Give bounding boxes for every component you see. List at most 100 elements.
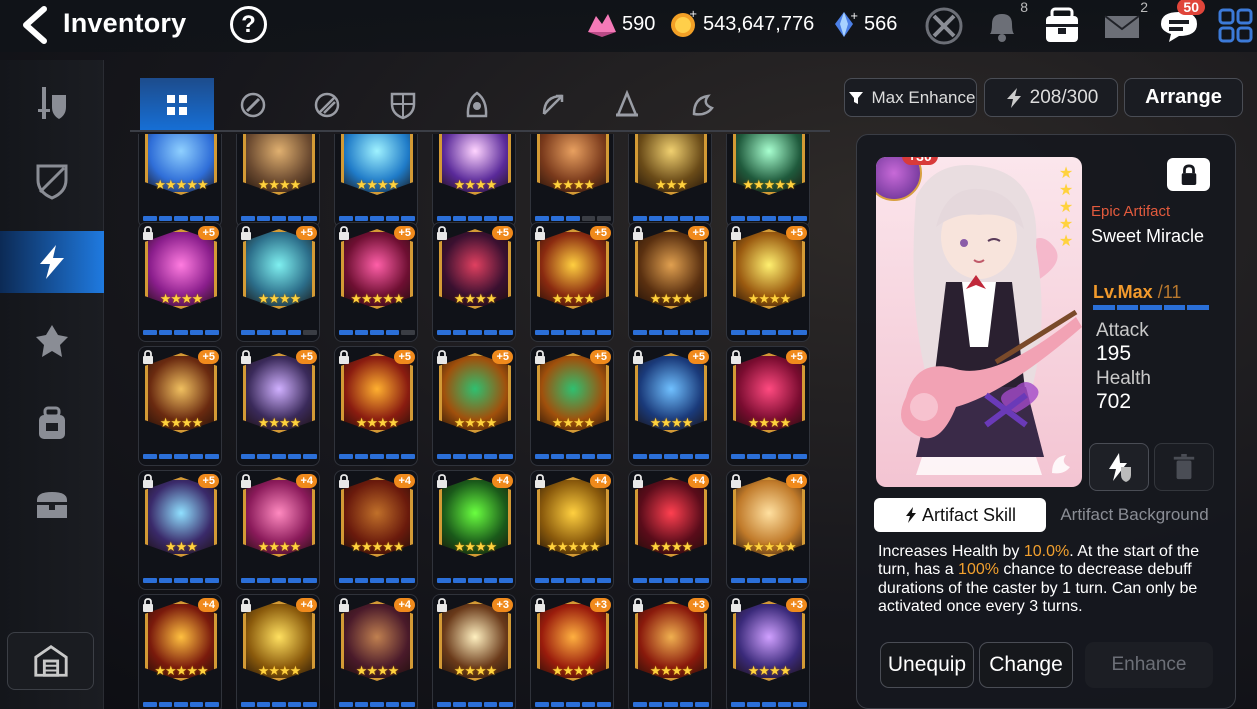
artifact-card[interactable]: +5 ★★★★ — [628, 346, 712, 466]
enhance-level-badge: +30 — [902, 157, 938, 165]
menu-button[interactable] — [1214, 4, 1257, 46]
artifact-card[interactable]: +5 ★★★★ — [334, 346, 418, 466]
tab-mage[interactable] — [590, 78, 664, 132]
artifact-card[interactable]: +4 ★★★★★ — [138, 594, 222, 709]
change-button[interactable]: Change — [979, 642, 1073, 688]
artifact-card[interactable]: +3 ★★★★ — [432, 594, 516, 709]
sidebar-item-artifact-off[interactable] — [0, 149, 104, 211]
star-rating: ★★★★★ — [154, 177, 208, 192]
artifact-card[interactable]: +5 ★★★★ — [236, 222, 320, 342]
tab-knight[interactable] — [216, 78, 290, 132]
artifact-lock-toggle-button[interactable] — [1089, 443, 1149, 491]
sidebar-item-bag[interactable] — [0, 392, 104, 454]
artifact-card[interactable]: +5 ★★★★ — [530, 222, 614, 342]
artifact-card[interactable]: +5 ★★★★ — [138, 222, 222, 342]
skystone-counter[interactable]: + 566 — [828, 10, 897, 38]
artifact-card[interactable]: +3 ★★★★ — [628, 594, 712, 709]
artifact-card[interactable]: +5 ★★★★ — [726, 346, 810, 466]
lock-icon — [241, 598, 251, 612]
tab-soul-weaver[interactable] — [666, 78, 740, 132]
tab-thief[interactable] — [440, 78, 514, 132]
notification-count: 8 — [1020, 0, 1028, 15]
crystal-value: 590 — [622, 12, 656, 35]
artifact-card[interactable]: ★★★★★ — [726, 134, 810, 228]
enhance-badge: +5 — [786, 350, 807, 364]
artifact-background-label: Artifact Background — [1060, 505, 1209, 524]
star-rating: ★★★★ — [355, 177, 400, 192]
artifact-card[interactable]: +4 ★★★★ — [432, 470, 516, 590]
artifact-card[interactable]: ★★★ — [628, 134, 712, 228]
artifact-card[interactable]: ★★★★★ — [138, 134, 222, 228]
artifact-card[interactable]: +5 ★★★★ — [138, 346, 222, 466]
health-label: Health — [1096, 368, 1151, 389]
sidebar-item-artifact[interactable] — [0, 231, 104, 293]
sidebar-item-catalyst[interactable] — [0, 310, 104, 372]
enhance-progress-bar — [143, 454, 219, 459]
artifact-card[interactable]: +3 ★★★★ — [726, 594, 810, 709]
artifact-card[interactable]: +4 ★★★★★ — [530, 470, 614, 590]
star-rating: ★★★★★ — [742, 539, 796, 554]
lock-icon — [437, 226, 447, 240]
artifact-card[interactable]: +5 ★★★★ — [628, 222, 712, 342]
tab-ranger[interactable] — [516, 78, 590, 132]
sidebar-item-equipment[interactable] — [0, 72, 104, 134]
mail-button[interactable]: 2 — [1100, 0, 1148, 46]
unequip-button[interactable]: Unequip — [880, 642, 974, 688]
artifact-card[interactable]: +5 ★★★★★ — [334, 222, 418, 342]
tab-warrior[interactable] — [290, 78, 364, 132]
lock-icon — [535, 598, 545, 612]
artifact-card[interactable]: ★★★★ — [432, 134, 516, 228]
enhance-badge: +5 — [688, 226, 709, 240]
gold-counter[interactable]: + 543,647,776 — [667, 10, 814, 38]
lock-button[interactable] — [1167, 158, 1210, 191]
back-button[interactable] — [14, 6, 54, 44]
chat-button[interactable]: 50 — [1157, 0, 1205, 46]
artifact-card[interactable]: +5 ★★★ — [138, 470, 222, 590]
attack-label: Attack — [1096, 320, 1149, 341]
enhance-badge: +5 — [688, 350, 709, 364]
capacity-indicator[interactable]: 208/300 — [984, 78, 1118, 117]
artifact-card[interactable]: +5 ★★★★ — [530, 346, 614, 466]
enhance-badge: +5 — [492, 350, 513, 364]
arrange-button[interactable]: Arrange — [1124, 78, 1243, 117]
enhance-progress-bar — [339, 216, 415, 221]
enhance-button[interactable]: Enhance — [1085, 642, 1213, 688]
enhance-progress-bar — [633, 454, 709, 459]
artifact-card[interactable]: +5 ★★★★ — [432, 222, 516, 342]
artifact-card[interactable]: +5 ★★★★ — [726, 222, 810, 342]
artifact-portrait[interactable]: +30 ★★★★★ — [876, 157, 1082, 487]
bell-icon — [990, 14, 1014, 42]
artifact-card[interactable]: ★★★★ — [530, 134, 614, 228]
artifact-card[interactable]: +4 ★★★★★ — [334, 470, 418, 590]
bag-button[interactable] — [1040, 4, 1084, 46]
storage-button[interactable] — [7, 632, 94, 690]
max-enhance-button[interactable]: Max Enhance — [844, 78, 977, 117]
notification-button[interactable]: 8 — [980, 0, 1028, 46]
desc-highlight: 100% — [958, 561, 999, 579]
artifact-card[interactable]: +3 ★★★★ — [530, 594, 614, 709]
tab-artifact-skill[interactable]: Artifact Skill — [874, 498, 1046, 532]
artifact-card[interactable]: +5 ★★★★ — [432, 346, 516, 466]
sidebar-item-chest[interactable] — [0, 473, 104, 535]
crystal-counter[interactable]: 590 — [586, 10, 655, 38]
artifact-card[interactable]: ★★★★ — [334, 134, 418, 228]
artifact-name: Sweet Miracle — [1091, 226, 1205, 246]
knight-class-icon — [240, 92, 266, 118]
artifact-card[interactable]: +4 ★★★★★ — [726, 470, 810, 590]
help-button[interactable]: ? — [230, 6, 267, 43]
artifact-card[interactable]: ★★★★ — [236, 134, 320, 228]
artifact-card[interactable]: +4 ★★★★ — [236, 470, 320, 590]
tab-all[interactable] — [140, 78, 214, 132]
discard-button[interactable] — [1154, 443, 1214, 491]
artifact-card[interactable]: +5 ★★★★ — [236, 346, 320, 466]
artifact-card[interactable]: +4 ★★★★ — [334, 594, 418, 709]
battle-button[interactable] — [922, 4, 966, 46]
artifact-card[interactable]: +4 ★★★★ — [236, 594, 320, 709]
star-rating: ★★★★★ — [154, 663, 208, 678]
enhance-badge: +4 — [492, 474, 513, 488]
tab-artifact-background[interactable]: Artifact Background — [1052, 498, 1217, 532]
artifact-card[interactable]: +4 ★★★★ — [628, 470, 712, 590]
tab-defender[interactable] — [366, 78, 440, 132]
enhance-badge: +5 — [296, 350, 317, 364]
max-enhance-label: Max Enhance — [871, 87, 976, 107]
